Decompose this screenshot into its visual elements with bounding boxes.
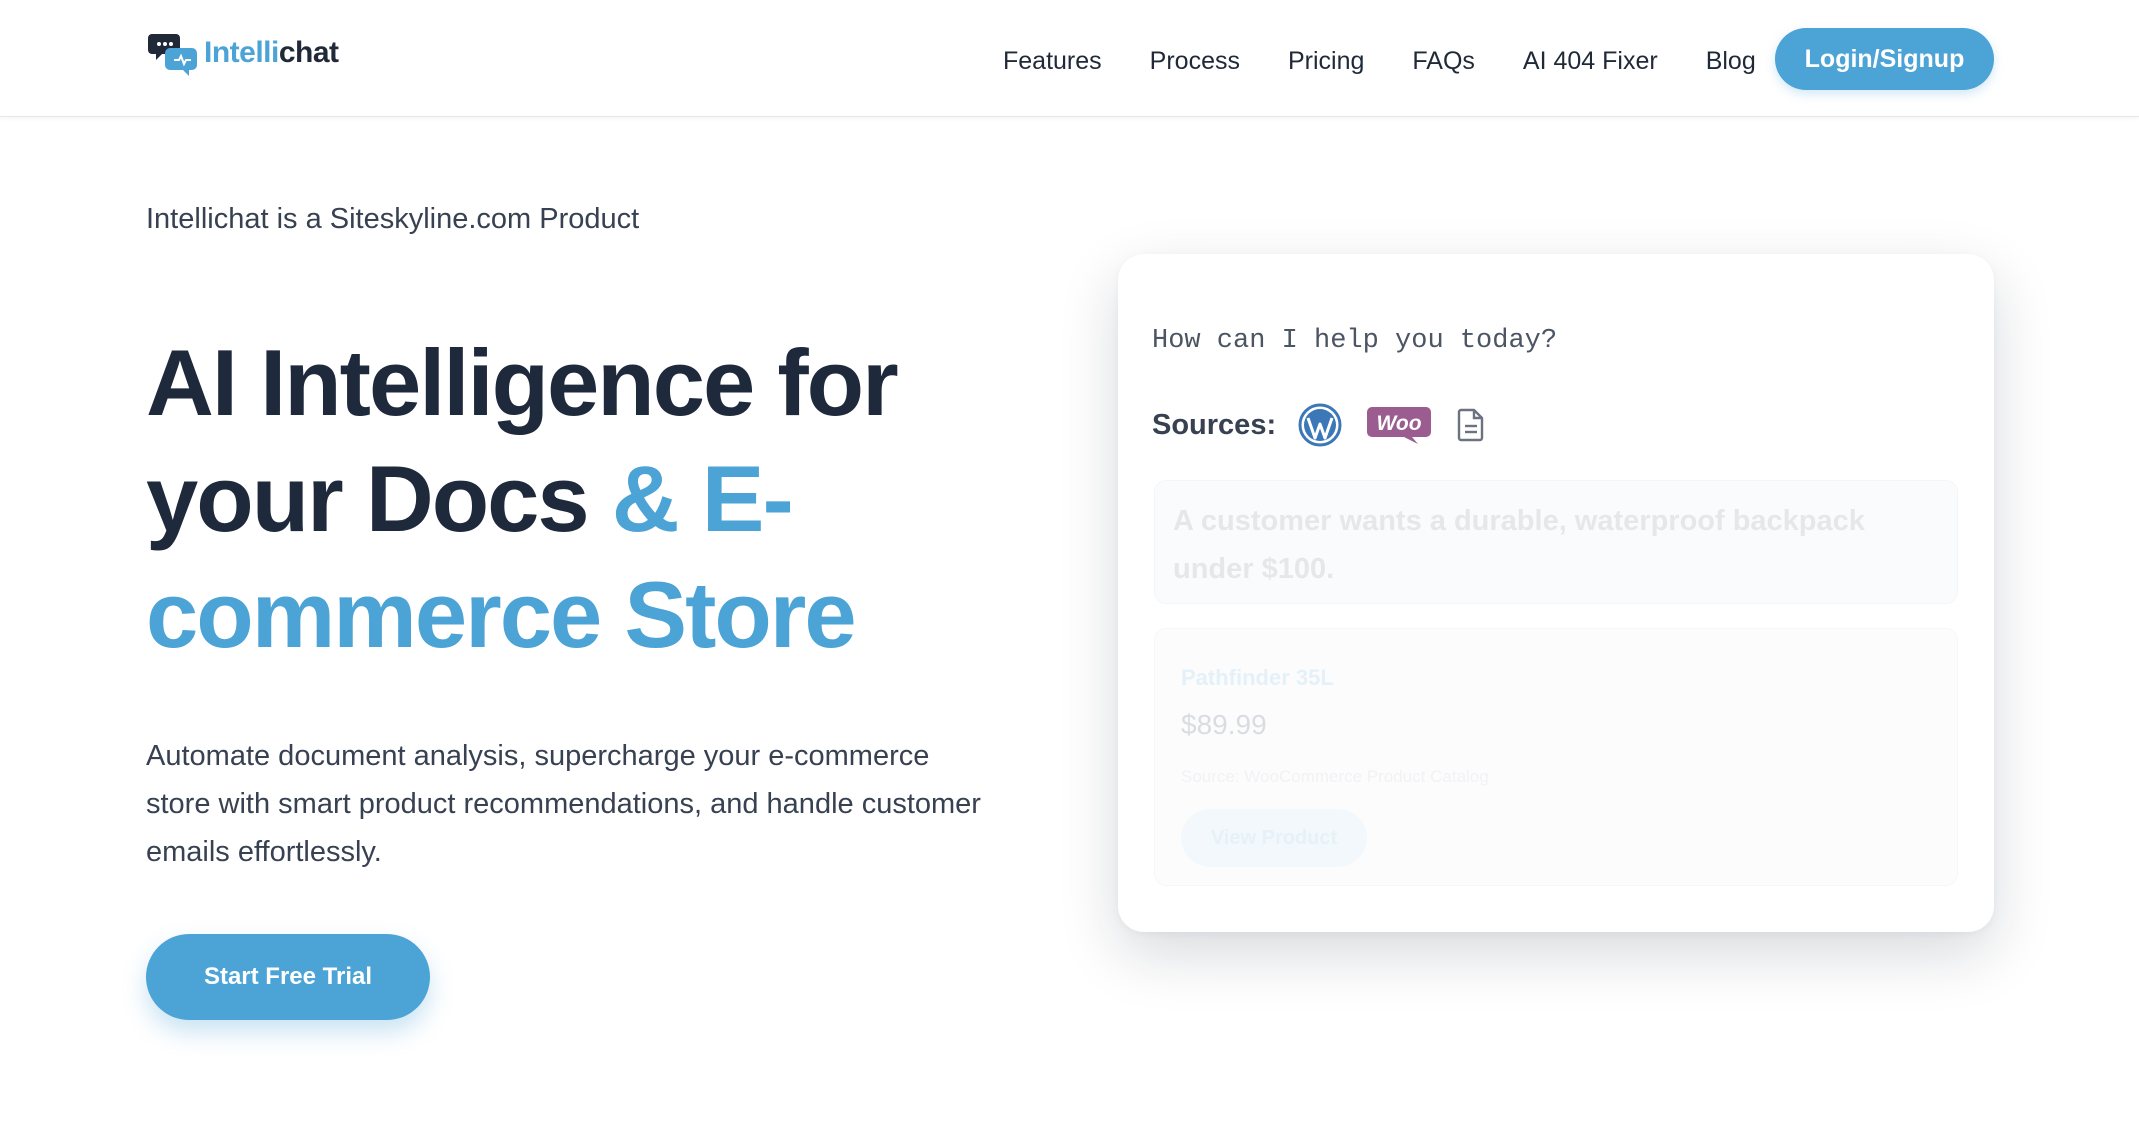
nav-process[interactable]: Process bbox=[1150, 44, 1240, 78]
nav-ai-404-fixer[interactable]: AI 404 Fixer bbox=[1523, 44, 1658, 78]
product-name[interactable]: Pathfinder 35L bbox=[1181, 665, 1334, 691]
chat-bubbles-logo-icon bbox=[148, 34, 197, 76]
woocommerce-icon[interactable]: Woo bbox=[1366, 405, 1432, 445]
eyebrow-text: Intellichat is a Siteskyline.com Product bbox=[146, 203, 640, 235]
logo-text-part2: chat bbox=[278, 36, 339, 69]
document-icon[interactable] bbox=[1456, 408, 1486, 442]
sources-label: Sources: bbox=[1152, 408, 1277, 441]
login-signup-button[interactable]: Login/Signup bbox=[1775, 28, 1994, 90]
chat-prompt: How can I help you today? bbox=[1152, 326, 1558, 356]
hero-subtext: Automate document analysis, supercharge … bbox=[146, 740, 981, 868]
view-product-button[interactable]: View Product bbox=[1181, 809, 1367, 867]
woo-badge-text: Woo bbox=[1377, 412, 1422, 435]
logo-text-part1: Intelli bbox=[204, 36, 279, 69]
nav-blog[interactable]: Blog bbox=[1706, 44, 1756, 78]
sources-row: Sources: Woo bbox=[1152, 400, 1510, 450]
logo[interactable]: Intellichat bbox=[148, 30, 339, 76]
start-free-trial-button[interactable]: Start Free Trial bbox=[146, 934, 430, 1020]
nav-faqs[interactable]: FAQs bbox=[1412, 44, 1475, 78]
nav-pricing[interactable]: Pricing bbox=[1288, 44, 1364, 78]
hero-headline: AI Intelligence for your Docs & E-commer… bbox=[146, 325, 1046, 673]
logo-text: Intellichat bbox=[204, 36, 339, 70]
chat-demo-card: How can I help you today? Sources: Woo A… bbox=[1118, 254, 1994, 932]
customer-message-box: A customer wants a durable, waterproof b… bbox=[1154, 480, 1958, 604]
product-source: Source: WooCommerce Product Catalog bbox=[1181, 767, 1489, 786]
product-recommendation-card: Pathfinder 35L $89.99 Source: WooCommerc… bbox=[1154, 628, 1958, 886]
wordpress-icon[interactable] bbox=[1298, 403, 1342, 447]
site-header: Intellichat Features Process Pricing FAQ… bbox=[0, 0, 2139, 117]
nav-features[interactable]: Features bbox=[1003, 44, 1102, 78]
main-nav: Features Process Pricing FAQs AI 404 Fix… bbox=[1003, 44, 1756, 78]
customer-message: A customer wants a durable, waterproof b… bbox=[1173, 505, 1865, 585]
product-price: $89.99 bbox=[1181, 709, 1267, 740]
